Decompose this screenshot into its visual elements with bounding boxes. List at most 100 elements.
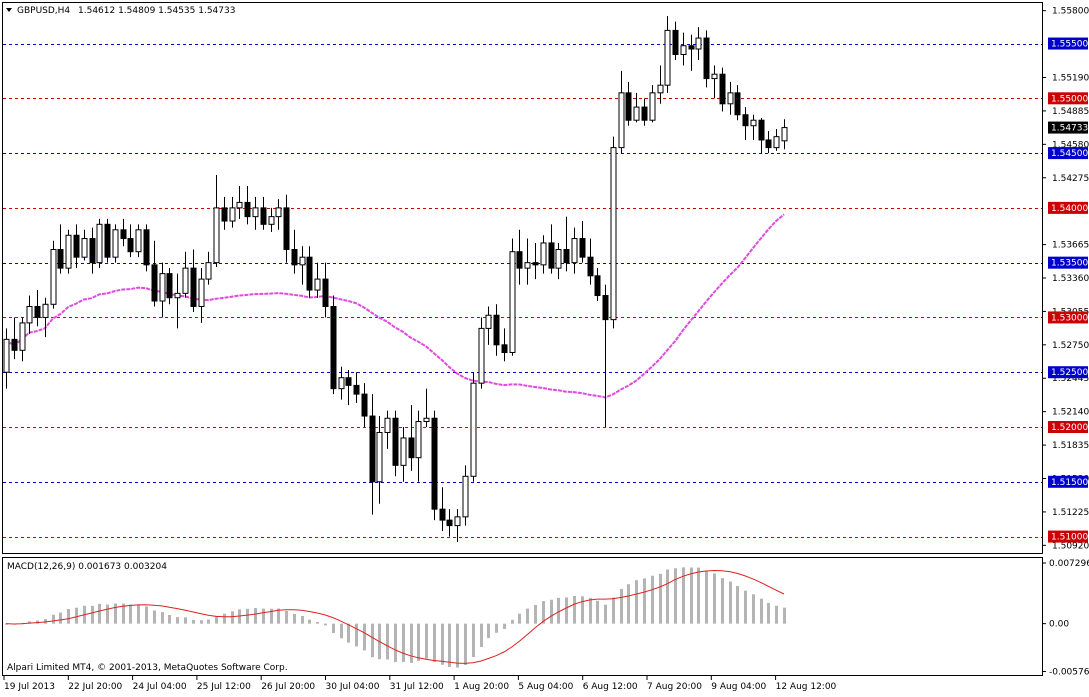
- candle-bear: [143, 229, 150, 266]
- macd-bar: [137, 604, 140, 624]
- candle-bull: [229, 207, 236, 222]
- candle: [703, 30, 710, 88]
- candle-bear: [688, 45, 695, 50]
- candle-bull: [338, 377, 345, 390]
- candle: [112, 224, 119, 263]
- candle-bear: [672, 29, 679, 55]
- price-tick-label: 1.52140: [1052, 408, 1089, 418]
- candle-bull: [112, 229, 119, 258]
- candle-bear: [345, 377, 352, 386]
- candle-bull: [711, 73, 718, 80]
- chart-window: 1.55800 1.55190 1.54885 1.54580 1.54275 1.536…: [0, 0, 1089, 693]
- macd-bar: [246, 608, 249, 624]
- macd-bar: [324, 623, 327, 626]
- candle-bull: [50, 249, 57, 305]
- macd-bar: [472, 623, 475, 658]
- copyright-label: Alpari Limited MT4, © 2001-2013, MetaQuo…: [7, 663, 288, 673]
- candle-bull: [618, 92, 625, 149]
- current-price-tag-label: 1.54733: [1051, 124, 1088, 134]
- candle-bull: [384, 417, 391, 433]
- macd-bar: [114, 603, 117, 624]
- candle-bear: [11, 338, 18, 351]
- candle: [509, 238, 516, 356]
- candle-bear: [439, 508, 446, 521]
- price-tick-label: 1.55800: [1052, 7, 1089, 17]
- candle-bear: [532, 262, 539, 266]
- candle-bear: [306, 256, 313, 291]
- macd-bar: [192, 619, 195, 624]
- candle-bear: [703, 37, 710, 80]
- macd-bar: [767, 602, 770, 624]
- candle-bull: [695, 37, 702, 50]
- macd-bar: [52, 614, 55, 624]
- candle-bear: [151, 264, 158, 302]
- candle-bull: [314, 278, 321, 291]
- candle: [96, 218, 103, 269]
- macd-bar: [612, 597, 615, 624]
- candle-bull: [454, 516, 461, 527]
- candle-bear: [431, 417, 438, 510]
- candle-bear: [353, 384, 360, 395]
- macd-bar: [659, 573, 662, 624]
- macd-bar: [503, 623, 506, 629]
- macd-bar: [417, 623, 420, 661]
- candle-bear: [73, 234, 80, 258]
- macd-bar: [75, 607, 78, 624]
- time-tick-label: 30 Jul 04:00: [326, 682, 380, 692]
- time-tick-label: 12 Aug 12:00: [776, 682, 837, 692]
- price-tick-label: 1.53665: [1052, 241, 1089, 251]
- candle-bear: [322, 278, 329, 307]
- candle: [50, 240, 57, 309]
- chart-canvas[interactable]: 1.558001.551901.548851.545801.542751.536…: [0, 0, 1089, 693]
- candle-bull: [81, 238, 88, 258]
- macd-bar: [332, 623, 335, 634]
- candle-bull: [524, 262, 531, 269]
- candle-bull: [470, 382, 477, 477]
- candle-bull: [213, 207, 220, 264]
- candle: [610, 136, 617, 329]
- candle-bull: [657, 84, 664, 94]
- price-tick-label: 1.54885: [1052, 107, 1089, 117]
- candle-bull: [159, 273, 166, 302]
- level-tag-label: 1.53000: [1051, 313, 1088, 323]
- macd-bar: [518, 613, 521, 624]
- candle-bear: [446, 519, 453, 527]
- price-tick-label: 1.54275: [1052, 174, 1089, 184]
- macd-bar: [145, 606, 148, 624]
- candle-bull: [268, 216, 275, 225]
- candle-bear: [493, 314, 500, 346]
- candle-bull: [65, 234, 72, 269]
- macd-label: MACD(12,26,9) 0.001673 0.003204: [7, 562, 167, 572]
- macd-panel-frame: [2, 557, 1043, 676]
- macd-bar: [59, 612, 62, 624]
- macd-bar: [386, 623, 389, 660]
- macd-bar: [752, 594, 755, 624]
- candle-bull: [633, 106, 640, 121]
- macd-bar: [231, 611, 234, 624]
- macd-bar: [581, 596, 584, 624]
- ohlc-label: 1.54612 1.54809 1.54535 1.54733: [78, 6, 235, 16]
- candle-bull: [680, 45, 687, 55]
- macd-bar: [573, 595, 576, 624]
- macd-bar: [620, 588, 623, 624]
- level-tag-label: 1.51500: [1051, 478, 1088, 488]
- candle-bear: [548, 242, 555, 269]
- candle-bear: [501, 344, 508, 354]
- candle-bear: [369, 415, 376, 483]
- candle-bull: [400, 437, 407, 466]
- macd-bar: [604, 604, 607, 624]
- candle-bear: [758, 119, 765, 141]
- macd-bar: [106, 604, 109, 624]
- macd-bar: [153, 610, 156, 624]
- candle: [478, 317, 485, 389]
- candle-bull: [478, 327, 485, 384]
- macd-bar: [129, 604, 132, 624]
- candle: [104, 218, 111, 263]
- candle-bull: [415, 421, 422, 459]
- candle-bear: [166, 273, 173, 299]
- candle-bull: [750, 119, 757, 127]
- candle-bear: [283, 207, 290, 251]
- candle: [65, 229, 72, 274]
- candle-bull: [727, 92, 734, 105]
- macd-bar: [184, 617, 187, 624]
